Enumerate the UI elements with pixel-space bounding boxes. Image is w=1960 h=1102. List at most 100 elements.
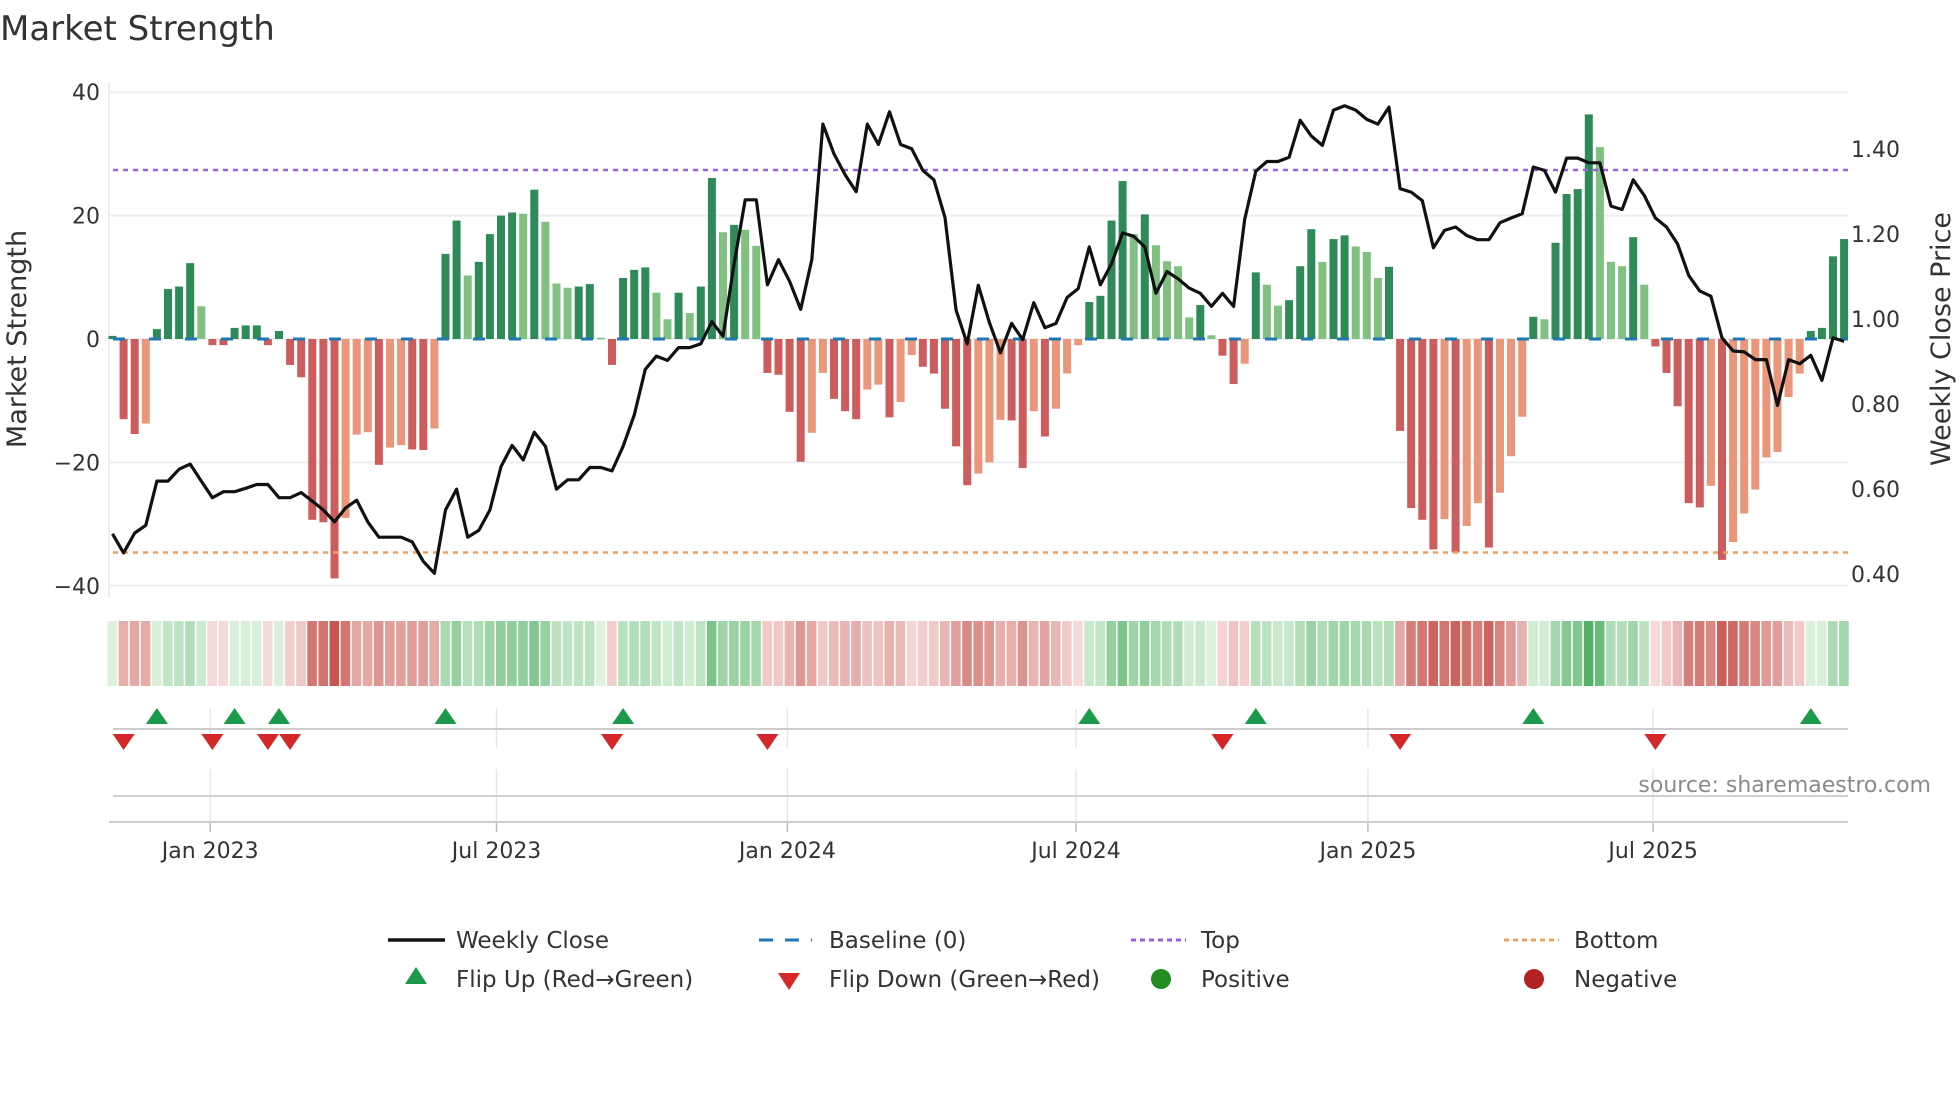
strength-bar (397, 339, 406, 446)
strength-bar (929, 339, 938, 374)
heatmap-cell (995, 621, 1006, 686)
strength-bar (252, 325, 261, 339)
heatmap-cell (1594, 621, 1605, 686)
heatmap-cell (1517, 621, 1527, 686)
heatmap-cell (1295, 621, 1305, 686)
heatmap-cell (1195, 621, 1205, 686)
strength-bar (1307, 229, 1316, 339)
flip-down-marker (1644, 734, 1667, 750)
strength-bar (1240, 339, 1249, 364)
strength-bar (1185, 317, 1194, 339)
heatmap-cell (1628, 621, 1638, 686)
heatmap-cell (1783, 621, 1794, 686)
heatmap-cell (1184, 621, 1194, 686)
heatmap-cell (451, 621, 462, 686)
strength-bar (286, 339, 295, 365)
strength-bar (1607, 261, 1615, 339)
heatmap-cell (1439, 621, 1450, 686)
strength-bar (1107, 220, 1116, 339)
strength-bar (1718, 339, 1726, 560)
strength-bar (1129, 234, 1138, 339)
strength-bar (796, 339, 805, 462)
strength-bar (1551, 242, 1560, 339)
strength-bar (519, 213, 528, 339)
legend-weekly-close-label: Weekly Close (456, 928, 609, 954)
strength-bar (1429, 339, 1438, 550)
y-tick-label: 20 (72, 205, 100, 230)
strength-bar (541, 221, 550, 339)
heatmap-cell (806, 621, 817, 686)
strength-bar (508, 212, 517, 339)
heatmap-cell (285, 621, 295, 686)
heatmap-cell (540, 621, 550, 686)
strength-bar (341, 339, 350, 518)
strength-bar (1207, 335, 1216, 339)
strength-bar (1274, 305, 1282, 339)
strength-bar (785, 339, 794, 412)
strength-bar (164, 289, 172, 339)
strength-bar (1052, 339, 1060, 409)
heatmap-cell (1162, 621, 1172, 686)
strength-bar (1629, 237, 1638, 339)
strength-bar (874, 339, 883, 385)
heatmap-cell (1117, 621, 1128, 686)
strength-bar (1829, 256, 1837, 339)
heatmap-cell (1694, 621, 1705, 686)
strength-bar (1507, 339, 1516, 457)
heatmap-cell (873, 621, 883, 686)
flip-down-marker (201, 734, 224, 750)
heatmap-cell (829, 621, 839, 686)
heatmap-cell (251, 621, 262, 686)
strength-bar (841, 339, 850, 412)
x-tick-label: Jul 2025 (1606, 839, 1698, 864)
strength-bar (408, 339, 417, 450)
source-credit: source: sharemaestro.com (1638, 773, 1931, 798)
flip-down-marker (601, 734, 623, 750)
heatmap-cell (529, 621, 539, 686)
x-tick-label: Jan 2024 (737, 839, 836, 864)
heatmap-cell (351, 621, 362, 686)
heatmap-cell (407, 621, 417, 686)
heatmap-cell (1128, 621, 1139, 686)
strength-bars (108, 114, 1849, 579)
heatmap-cell (229, 621, 240, 686)
heatmap-cell (562, 621, 573, 686)
heatmap-cell (1561, 621, 1572, 686)
y2-tick-label: 1.00 (1851, 308, 1900, 333)
heatmap-cell (662, 621, 673, 686)
legend-bottom-label: Bottom (1574, 928, 1658, 954)
heatmap-cell (484, 621, 495, 686)
heatmap-cell (595, 621, 606, 686)
y2-tick-label: 1.20 (1851, 223, 1900, 248)
strength-bar (119, 339, 128, 420)
strength-bar (985, 339, 994, 463)
strength-bar (352, 339, 361, 435)
strength-bar (1529, 316, 1538, 339)
heatmap-cell (1761, 621, 1771, 686)
strength-bar (1373, 277, 1382, 339)
strength-bar (974, 339, 983, 474)
x-tick-label: Jan 2023 (160, 839, 259, 864)
heatmap-cell (1772, 621, 1783, 686)
strength-bar (241, 325, 250, 339)
strength-bar (818, 339, 827, 373)
heatmap-cell (884, 621, 895, 686)
heatmap-cell (1206, 621, 1216, 686)
heatmap-cell (418, 621, 428, 686)
strength-bar (774, 339, 783, 375)
x-tick-label: Jul 2023 (450, 839, 542, 864)
heatmap-cell (1705, 621, 1716, 686)
heatmap-cell (429, 621, 439, 686)
flip-down-marker (279, 734, 302, 750)
y-tick-label: 40 (72, 81, 100, 106)
heatmap-cell (718, 621, 728, 686)
strength-bar (1695, 339, 1704, 508)
strength-bar (463, 275, 472, 339)
strength-bar (1251, 272, 1260, 339)
heatmap-cell (928, 621, 939, 686)
heatmap-cell (1650, 621, 1660, 686)
strength-bar (1540, 319, 1549, 339)
legend-top-label: Top (1200, 928, 1240, 954)
strength-bar (752, 245, 761, 339)
heatmap-cell (1606, 621, 1616, 686)
